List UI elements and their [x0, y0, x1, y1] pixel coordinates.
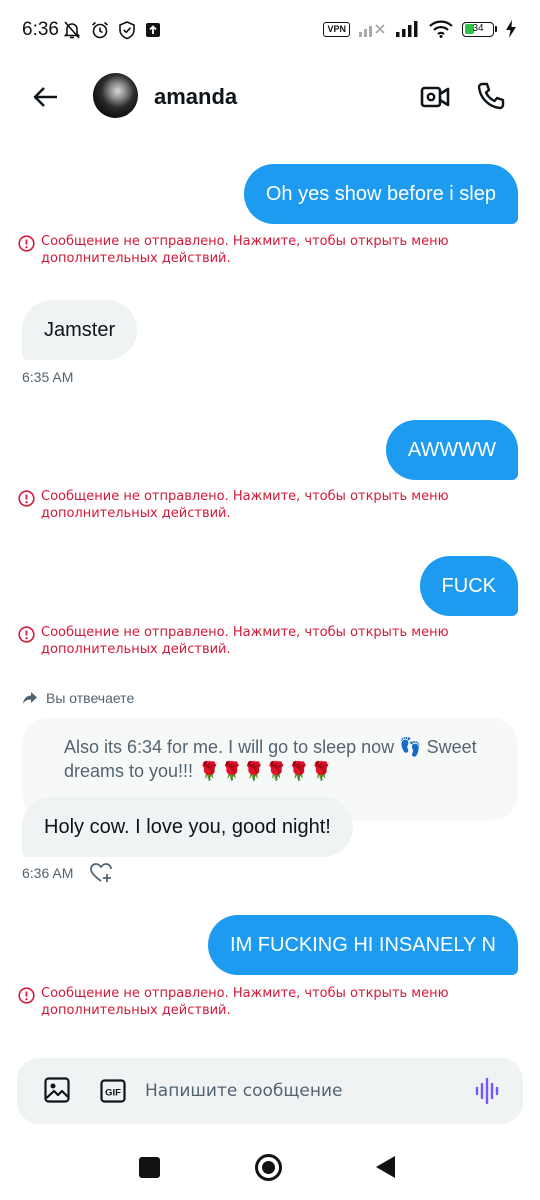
- outgoing-message[interactable]: FUCK: [419, 556, 518, 616]
- image-icon: [44, 1077, 70, 1103]
- system-navigation-bar: [0, 1136, 540, 1200]
- error-icon: [18, 235, 35, 252]
- voice-waveform-icon: [475, 1077, 499, 1105]
- status-time: 6:36: [22, 19, 59, 40]
- send-error-text: Сообщение не отправлено. Нажмите, чтобы …: [41, 986, 449, 1018]
- gif-label: GIF: [105, 1088, 121, 1099]
- back-arrow-icon: [33, 87, 57, 107]
- media-button[interactable]: [43, 1076, 71, 1104]
- conversation-header: amanda: [0, 60, 540, 134]
- status-right-icons: VPN 34: [323, 20, 516, 38]
- voice-message-button[interactable]: [473, 1076, 503, 1106]
- send-error[interactable]: Сообщение не отправлено. Нажмите, чтобы …: [18, 624, 498, 658]
- error-icon: [18, 626, 35, 643]
- signal-bars-icon: [396, 21, 418, 37]
- battery-indicator: 34: [462, 21, 497, 37]
- message-timestamp: 6:36 AM: [22, 865, 74, 881]
- phone-icon: [477, 82, 505, 110]
- message-composer: GIF: [17, 1058, 523, 1124]
- message-timestamp: 6:35 AM: [22, 369, 74, 385]
- shield-icon: [119, 21, 135, 40]
- outgoing-message[interactable]: Oh yes show before i slep: [243, 164, 518, 224]
- send-error-text: Сообщение не отправлено. Нажмите, чтобы …: [41, 625, 449, 657]
- quoted-message-text: Also its 6:34 for me. I will go to sleep…: [64, 737, 477, 781]
- add-reaction-button[interactable]: [89, 861, 113, 885]
- recents-button[interactable]: [139, 1157, 160, 1178]
- charging-icon: [506, 20, 516, 38]
- incoming-message[interactable]: Holy cow. I love you, good night!: [22, 797, 353, 857]
- phone-call-button[interactable]: [474, 79, 508, 113]
- reply-hint: Вы отвечаете: [22, 690, 134, 706]
- outgoing-message[interactable]: AWWWW: [385, 420, 518, 480]
- vpn-badge: VPN: [323, 21, 350, 37]
- gif-button[interactable]: GIF: [99, 1077, 127, 1105]
- heart-plus-icon: [90, 863, 112, 882]
- alarm-icon: [91, 21, 109, 39]
- home-button[interactable]: [255, 1154, 282, 1181]
- send-error[interactable]: Сообщение не отправлено. Нажмите, чтобы …: [18, 233, 498, 267]
- message-input[interactable]: [145, 1078, 445, 1104]
- outgoing-message[interactable]: IM FUCKING HI INSANELY N: [208, 915, 518, 975]
- error-icon: [18, 987, 35, 1004]
- incoming-message[interactable]: Jamster: [22, 300, 138, 360]
- video-call-button[interactable]: [418, 80, 452, 114]
- wifi-icon: [429, 20, 453, 38]
- gif-icon: GIF: [100, 1079, 126, 1103]
- video-call-icon: [420, 86, 450, 108]
- back-button[interactable]: [28, 80, 62, 114]
- error-icon: [18, 490, 35, 507]
- reply-arrow-icon: [23, 692, 37, 704]
- avatar[interactable]: [93, 73, 138, 118]
- signal-icon: [359, 24, 385, 37]
- send-error-text: Сообщение не отправлено. Нажмите, чтобы …: [41, 489, 449, 521]
- upload-icon: [146, 23, 160, 37]
- status-bar: 6:36 VPN 34: [0, 0, 540, 60]
- send-error[interactable]: Сообщение не отправлено. Нажмите, чтобы …: [18, 488, 498, 522]
- reply-hint-text: Вы отвечаете: [46, 690, 135, 706]
- battery-level: 34: [472, 22, 484, 34]
- mute-bell-icon: [63, 21, 81, 39]
- status-left-icons: [62, 20, 162, 40]
- system-back-button[interactable]: [376, 1156, 395, 1178]
- send-error[interactable]: Сообщение не отправлено. Нажмите, чтобы …: [18, 985, 498, 1019]
- contact-name[interactable]: amanda: [154, 84, 237, 110]
- send-error-text: Сообщение не отправлено. Нажмите, чтобы …: [41, 234, 449, 266]
